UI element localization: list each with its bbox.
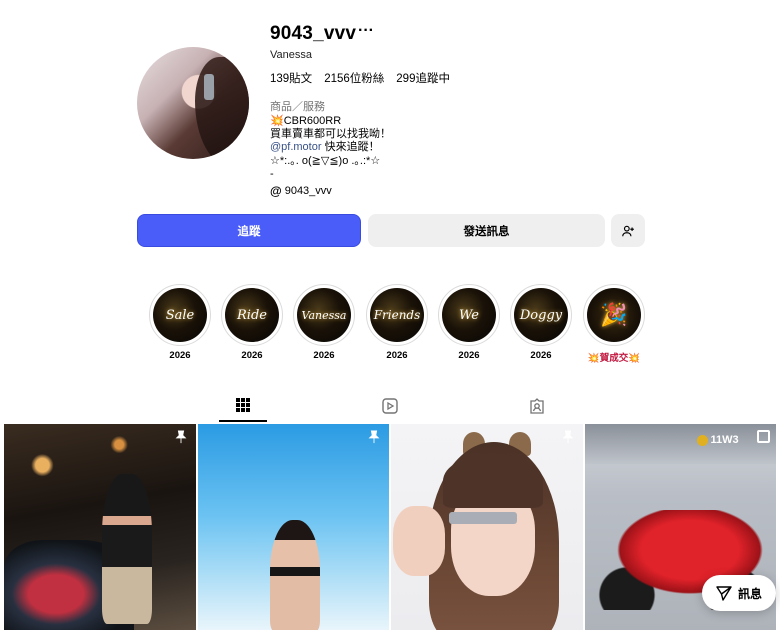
profile-avatar[interactable] — [137, 47, 249, 159]
highlight-vanessa[interactable]: Vanessa 2026 — [293, 284, 355, 361]
bio-line: ☆*:.｡. o(≧▽≦)o .｡.:*☆ — [270, 154, 381, 167]
posts-count: 139貼文 — [270, 73, 313, 85]
follow-button[interactable]: 追蹤 — [137, 214, 361, 247]
tab-tagged[interactable] — [513, 390, 561, 422]
profile-fullname: Vanessa — [270, 49, 312, 61]
party-icon: 🎉 — [587, 288, 641, 342]
bio-line: @pf.motor 快來追蹤！ — [270, 141, 391, 154]
highlight-deal-closed[interactable]: 🎉 💥賀成交💥 — [583, 284, 645, 364]
highlight-ring: We — [438, 284, 500, 346]
tab-reels[interactable] — [366, 390, 414, 422]
bio-line: - — [270, 167, 274, 180]
highlight-ring: 🎉 — [583, 284, 645, 346]
carousel-icon — [757, 430, 770, 443]
threads-icon: @ — [270, 184, 282, 198]
send-message-button[interactable]: 發送訊息 — [368, 214, 605, 247]
grid-icon — [236, 398, 250, 412]
messages-label: 訊息 — [737, 586, 762, 601]
highlight-caption: 2026 — [530, 350, 552, 361]
add-user-button[interactable] — [611, 214, 645, 247]
reels-icon — [382, 398, 398, 414]
bio-text: 快來追蹤！ — [321, 141, 380, 154]
bio-line: 💥CBR600RR — [270, 115, 342, 127]
highlight-caption: 2026 — [241, 350, 263, 361]
face-blur-mask — [449, 512, 517, 524]
highlight-caption: 💥賀成交💥 — [587, 353, 641, 364]
peace-sign-image — [393, 506, 445, 576]
highlight-friends[interactable]: Friends 2026 — [366, 284, 428, 361]
posts-grid: 11W3 — [4, 424, 776, 630]
highlight-caption: 2026 — [386, 350, 408, 361]
pin-icon — [175, 430, 186, 444]
post-thumbnail[interactable] — [4, 424, 196, 630]
highlight-we[interactable]: We 2026 — [438, 284, 500, 361]
profile-stats: 139貼文 2156位粉絲 299追蹤中 — [270, 70, 450, 86]
highlight-title: Sale — [153, 288, 207, 342]
post-thumbnail[interactable] — [197, 424, 389, 630]
more-options-icon[interactable]: ··· — [358, 22, 374, 40]
mention-link[interactable]: @pf.motor — [270, 141, 322, 153]
coin-icon — [696, 434, 708, 446]
send-icon — [716, 586, 732, 601]
highlight-ring: Vanessa — [293, 284, 355, 346]
messages-button[interactable]: 訊息 — [702, 575, 776, 611]
threads-link[interactable]: @ 9043_vvv — [270, 184, 332, 198]
profile-username: 9043_vvv — [270, 23, 357, 44]
highlight-title: Friends — [370, 288, 424, 342]
following-count[interactable]: 299追蹤中 — [396, 70, 450, 86]
post-thumbnail[interactable] — [391, 424, 583, 630]
profile-tabs — [0, 390, 780, 422]
price-tag: 11W3 — [696, 434, 739, 446]
rider-image — [102, 474, 152, 624]
highlight-caption: 2026 — [458, 350, 480, 361]
highlight-sale[interactable]: Sale 2026 — [149, 284, 211, 361]
highlight-caption: 2026 — [313, 350, 335, 361]
followers-count[interactable]: 2156位粉絲 — [324, 70, 384, 86]
avatar-blur-mask — [204, 74, 214, 100]
highlight-ring: Friends — [366, 284, 428, 346]
bangs-image — [443, 454, 543, 508]
profile-bio: 💥CBR600RR 買車賣車都可以找我呦！ @pf.motor 快來追蹤！ ☆*… — [270, 115, 391, 181]
highlight-caption: 2026 — [169, 350, 191, 361]
highlight-ring: Ride — [221, 284, 283, 346]
threads-handle: 9043_vvv — [284, 185, 332, 197]
highlight-title: We — [442, 288, 496, 342]
highlight-title: Vanessa — [297, 288, 351, 342]
highlight-doggy[interactable]: Doggy 2026 — [510, 284, 572, 361]
pin-icon — [562, 430, 573, 444]
pin-icon — [368, 430, 380, 444]
highlight-ring: Sale — [149, 284, 211, 346]
person-add-icon — [622, 225, 634, 236]
tab-posts[interactable] — [219, 390, 267, 422]
avatar-hair — [195, 57, 249, 159]
highlight-ring: Doggy — [510, 284, 572, 346]
highlight-title: Doggy — [514, 288, 568, 342]
highlight-ride[interactable]: Ride 2026 — [221, 284, 283, 361]
tagged-icon — [530, 398, 544, 414]
profile-category: 商品／服務 — [270, 101, 325, 113]
highlight-title: Ride — [225, 288, 279, 342]
person-image — [269, 520, 320, 630]
showroom-ceiling — [584, 424, 776, 464]
bio-line: 買車賣車都可以找我呦！ — [270, 128, 391, 141]
price-text: 11W3 — [710, 434, 739, 446]
